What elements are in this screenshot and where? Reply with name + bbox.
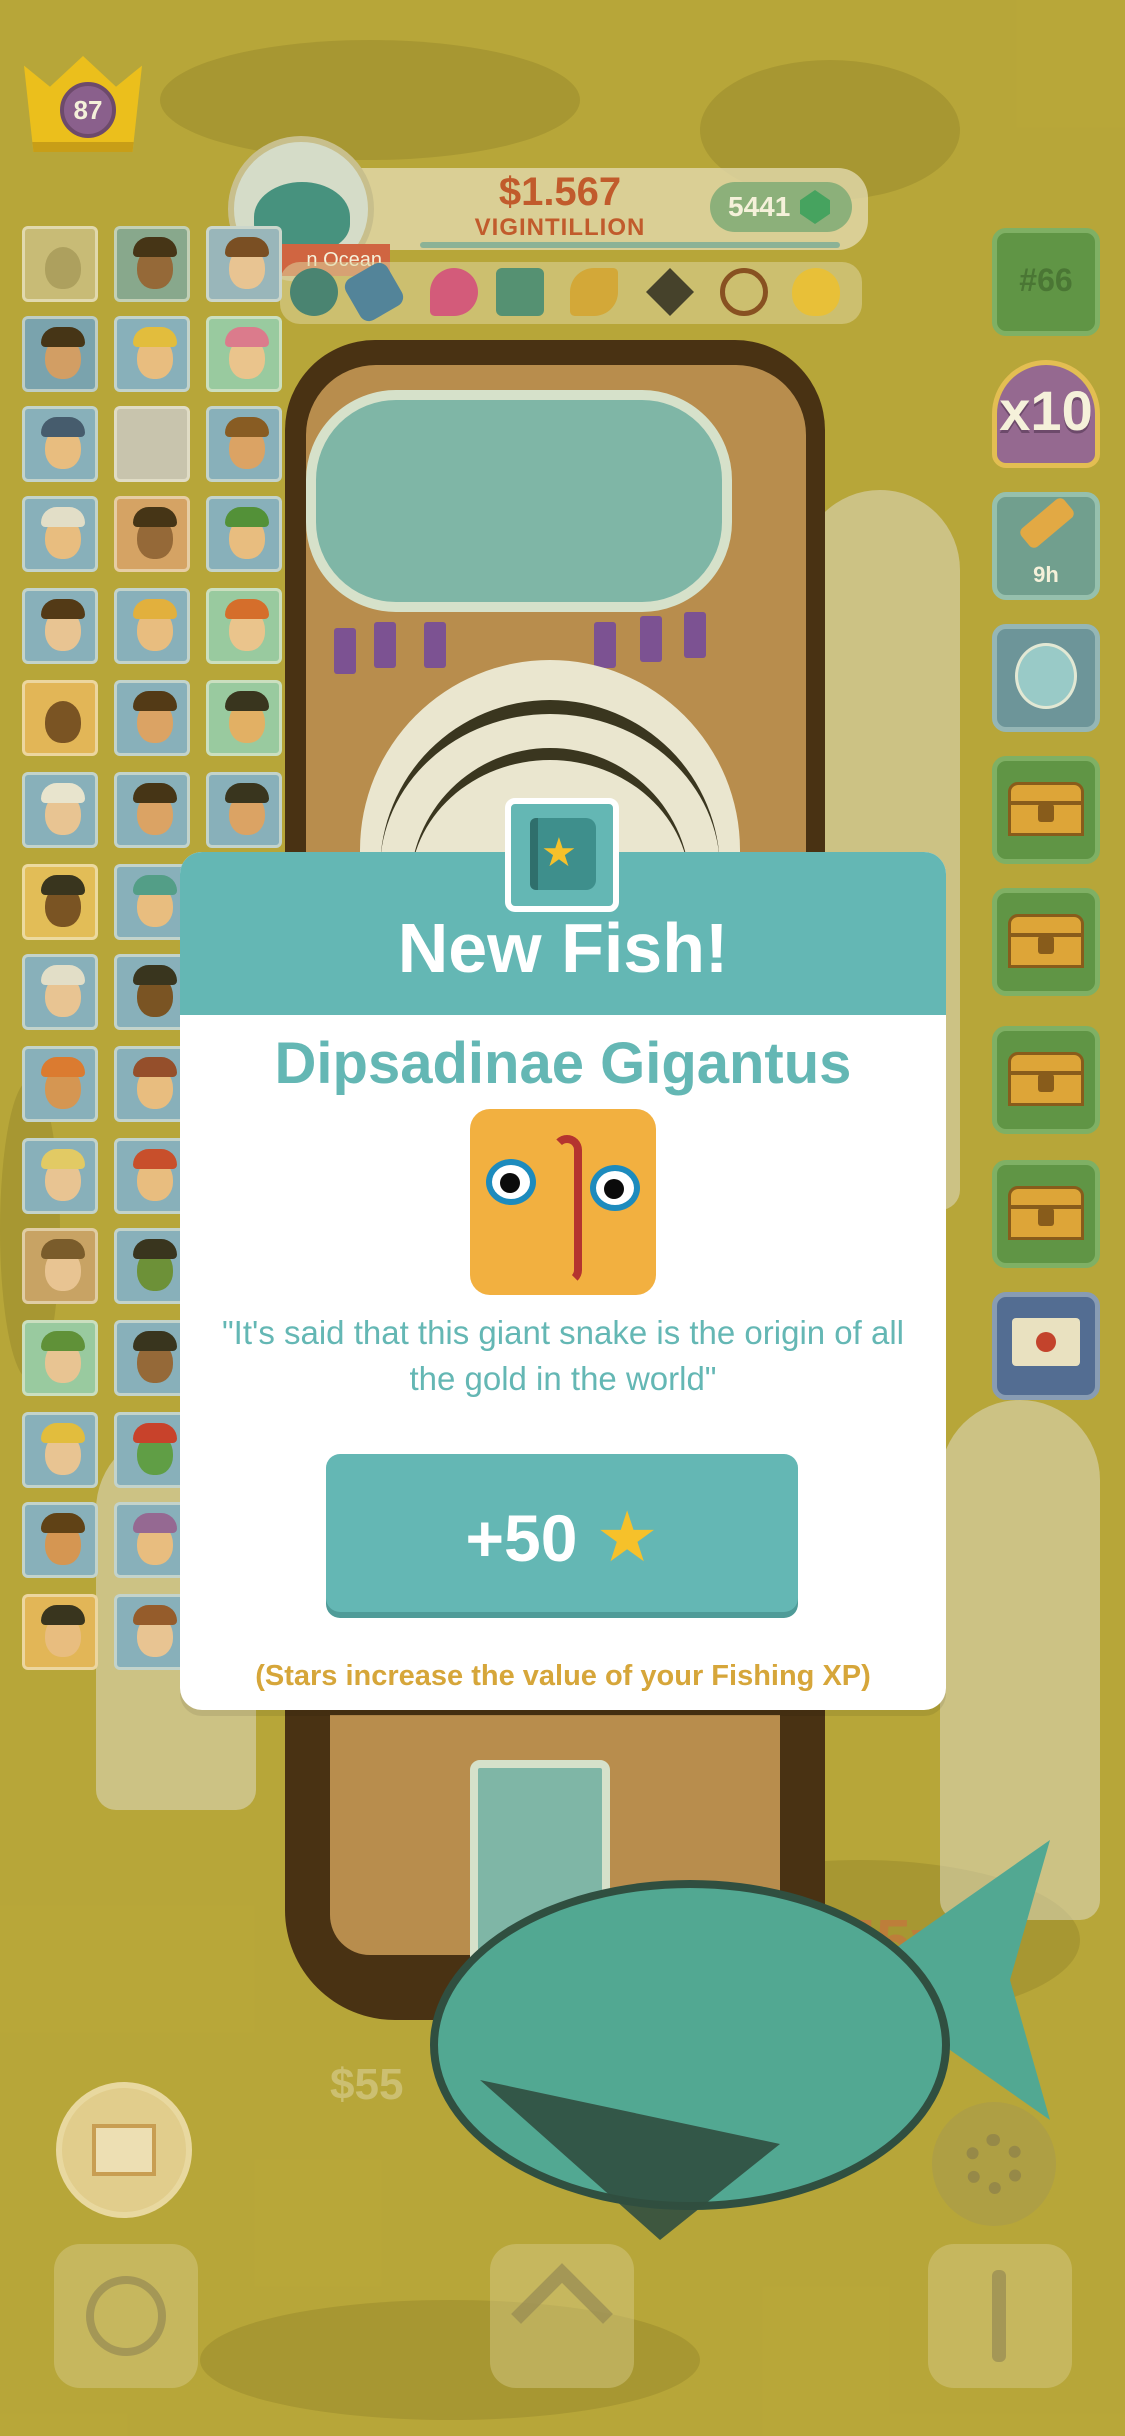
fish-pupil (500, 1173, 520, 1193)
fish-name: Dipsadinae Gigantus (274, 1031, 852, 1096)
claim-reward-button[interactable]: +50 ★ (326, 1454, 798, 1612)
stars-footnote: (Stars increase the value of your Fishin… (255, 1660, 871, 1692)
new-fish-modal: New Fish! Dipsadinae Gigantus "It's said… (180, 852, 946, 1710)
reward-label: +50 ★ (326, 1496, 798, 1578)
star-icon: ★ (595, 1498, 659, 1576)
star-icon: ★ (541, 831, 577, 875)
snake-icon (552, 1135, 582, 1285)
fish-portrait (470, 1109, 656, 1295)
fish-description: "It's said that this giant snake is the … (221, 1314, 905, 1397)
reward-value: +50 (465, 1501, 578, 1575)
fish-pupil (604, 1179, 624, 1199)
modal-title: New Fish! (397, 909, 729, 987)
